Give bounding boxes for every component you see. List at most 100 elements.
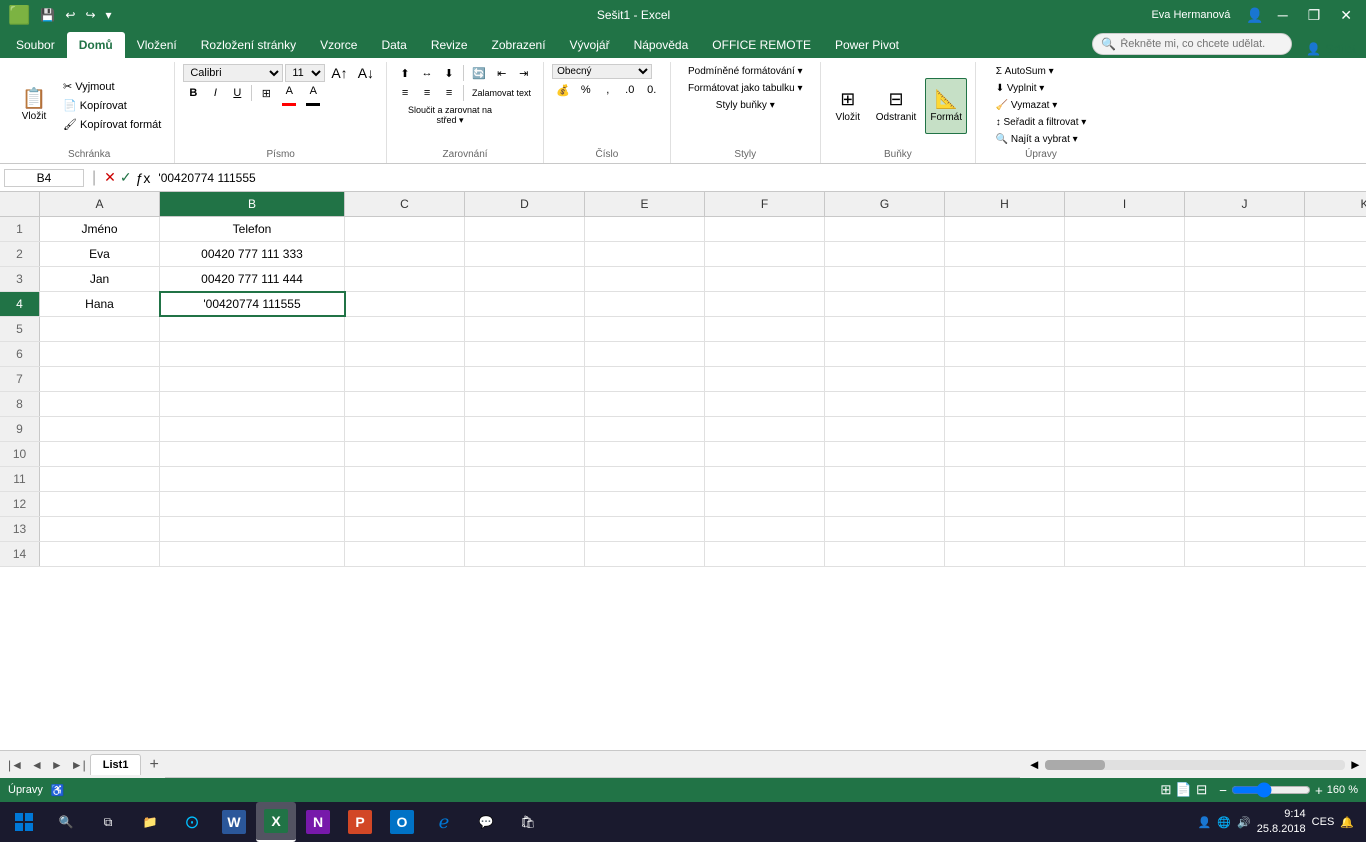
file-explorer-button[interactable]: 📁 xyxy=(130,802,170,842)
cell-B1[interactable]: Telefon xyxy=(160,217,345,241)
cell-F12[interactable] xyxy=(705,492,825,516)
page-layout-button[interactable]: 📄 xyxy=(1175,782,1192,798)
cell-H1[interactable] xyxy=(945,217,1065,241)
cell-H3[interactable] xyxy=(945,267,1065,291)
align-left-button[interactable]: ≡ xyxy=(395,84,415,102)
cell-C13[interactable] xyxy=(345,517,465,541)
cell-B12[interactable] xyxy=(160,492,345,516)
col-header-D[interactable]: D xyxy=(465,192,585,216)
tab-vzorce[interactable]: Vzorce xyxy=(308,32,369,58)
cell-B4[interactable]: '00420774 111555 xyxy=(160,292,345,316)
cell-G4[interactable] xyxy=(825,292,945,316)
cell-H10[interactable] xyxy=(945,442,1065,466)
copy-button[interactable]: 📄 Kopírovat xyxy=(58,97,166,114)
italic-button[interactable]: I xyxy=(205,84,225,102)
cell-I3[interactable] xyxy=(1065,267,1185,291)
tab-office-remote[interactable]: OFFICE REMOTE xyxy=(700,32,823,58)
onenote-button[interactable]: N xyxy=(298,802,338,842)
cell-I6[interactable] xyxy=(1065,342,1185,366)
cell-B9[interactable] xyxy=(160,417,345,441)
row-number-14[interactable]: 14 xyxy=(0,542,40,566)
cell-J13[interactable] xyxy=(1185,517,1305,541)
tab-napoveda[interactable]: Nápověda xyxy=(622,32,701,58)
minimize-button[interactable]: ─ xyxy=(1272,5,1294,25)
cell-I13[interactable] xyxy=(1065,517,1185,541)
cell-G10[interactable] xyxy=(825,442,945,466)
tab-soubor[interactable]: Soubor xyxy=(4,32,67,58)
cell-A13[interactable] xyxy=(40,517,160,541)
thousands-button[interactable]: , xyxy=(598,81,618,99)
sheet-tab-list1[interactable]: List1 xyxy=(90,754,142,775)
percent-button[interactable]: % xyxy=(576,81,596,99)
cell-C12[interactable] xyxy=(345,492,465,516)
col-header-F[interactable]: F xyxy=(705,192,825,216)
align-right-button[interactable]: ≡ xyxy=(439,84,459,102)
insert-button[interactable]: ⊞ Vložit xyxy=(829,78,867,134)
cell-J7[interactable] xyxy=(1185,367,1305,391)
cell-K5[interactable] xyxy=(1305,317,1366,341)
sheet-nav-last[interactable]: ►| xyxy=(67,756,90,774)
tab-data[interactable]: Data xyxy=(369,32,418,58)
cell-G9[interactable] xyxy=(825,417,945,441)
ie-button[interactable]: ℯ xyxy=(424,802,464,842)
col-header-I[interactable]: I xyxy=(1065,192,1185,216)
cell-B14[interactable] xyxy=(160,542,345,566)
cell-K12[interactable] xyxy=(1305,492,1366,516)
normal-view-button[interactable]: ⊞ xyxy=(1160,782,1171,798)
cell-F7[interactable] xyxy=(705,367,825,391)
save-button[interactable]: 💾 xyxy=(36,6,59,24)
borders-button[interactable]: ⊞ xyxy=(256,84,276,102)
indent-increase-button[interactable]: ⇥ xyxy=(514,64,534,82)
cell-A3[interactable]: Jan xyxy=(40,267,160,291)
indent-decrease-button[interactable]: ⇤ xyxy=(492,64,512,82)
align-top-button[interactable]: ⬆ xyxy=(395,64,415,82)
tab-zobrazeni[interactable]: Zobrazení xyxy=(480,32,558,58)
cell-D11[interactable] xyxy=(465,467,585,491)
cell-D8[interactable] xyxy=(465,392,585,416)
add-sheet-button[interactable]: + xyxy=(143,754,164,776)
cell-J5[interactable] xyxy=(1185,317,1305,341)
zoom-slider[interactable] xyxy=(1231,782,1311,798)
col-header-A[interactable]: A xyxy=(40,192,160,216)
cell-D3[interactable] xyxy=(465,267,585,291)
cell-H9[interactable] xyxy=(945,417,1065,441)
row-number-1[interactable]: 1 xyxy=(0,217,40,241)
cell-E10[interactable] xyxy=(585,442,705,466)
cell-D9[interactable] xyxy=(465,417,585,441)
sheet-nav-next[interactable]: ► xyxy=(47,756,67,774)
format-as-table-button[interactable]: Formátovat jako tabulku ▾ xyxy=(683,81,808,96)
cell-G6[interactable] xyxy=(825,342,945,366)
cell-J6[interactable] xyxy=(1185,342,1305,366)
row-number-9[interactable]: 9 xyxy=(0,417,40,441)
cell-G13[interactable] xyxy=(825,517,945,541)
cell-F11[interactable] xyxy=(705,467,825,491)
row-number-2[interactable]: 2 xyxy=(0,242,40,266)
cell-A9[interactable] xyxy=(40,417,160,441)
zoom-out-button[interactable]: − xyxy=(1219,783,1227,798)
cell-E1[interactable] xyxy=(585,217,705,241)
sheet-nav-prev[interactable]: ◄ xyxy=(27,756,47,774)
align-bottom-button[interactable]: ⬇ xyxy=(439,64,459,82)
cell-A6[interactable] xyxy=(40,342,160,366)
sort-filter-button[interactable]: ↕ Seřadit a filtrovat ▾ xyxy=(991,115,1092,130)
cell-D2[interactable] xyxy=(465,242,585,266)
font-size-select[interactable]: 11 xyxy=(285,64,325,82)
cell-styles-button[interactable]: Styly buňky ▾ xyxy=(711,98,780,113)
cell-E6[interactable] xyxy=(585,342,705,366)
format-painter-button[interactable]: 🖌 Kopírovat formát xyxy=(58,116,166,133)
cell-G11[interactable] xyxy=(825,467,945,491)
cell-H4[interactable] xyxy=(945,292,1065,316)
col-header-B[interactable]: B xyxy=(160,192,345,216)
cell-E14[interactable] xyxy=(585,542,705,566)
cell-B5[interactable] xyxy=(160,317,345,341)
cell-K9[interactable] xyxy=(1305,417,1366,441)
cell-J3[interactable] xyxy=(1185,267,1305,291)
scroll-left-button[interactable]: ◄ xyxy=(1028,757,1041,772)
cell-B3[interactable]: 00420 777 111 444 xyxy=(160,267,345,291)
sheet-nav-first[interactable]: |◄ xyxy=(4,756,27,774)
tab-revize[interactable]: Revize xyxy=(419,32,480,58)
cell-D10[interactable] xyxy=(465,442,585,466)
row-number-10[interactable]: 10 xyxy=(0,442,40,466)
cell-K6[interactable] xyxy=(1305,342,1366,366)
cell-C6[interactable] xyxy=(345,342,465,366)
